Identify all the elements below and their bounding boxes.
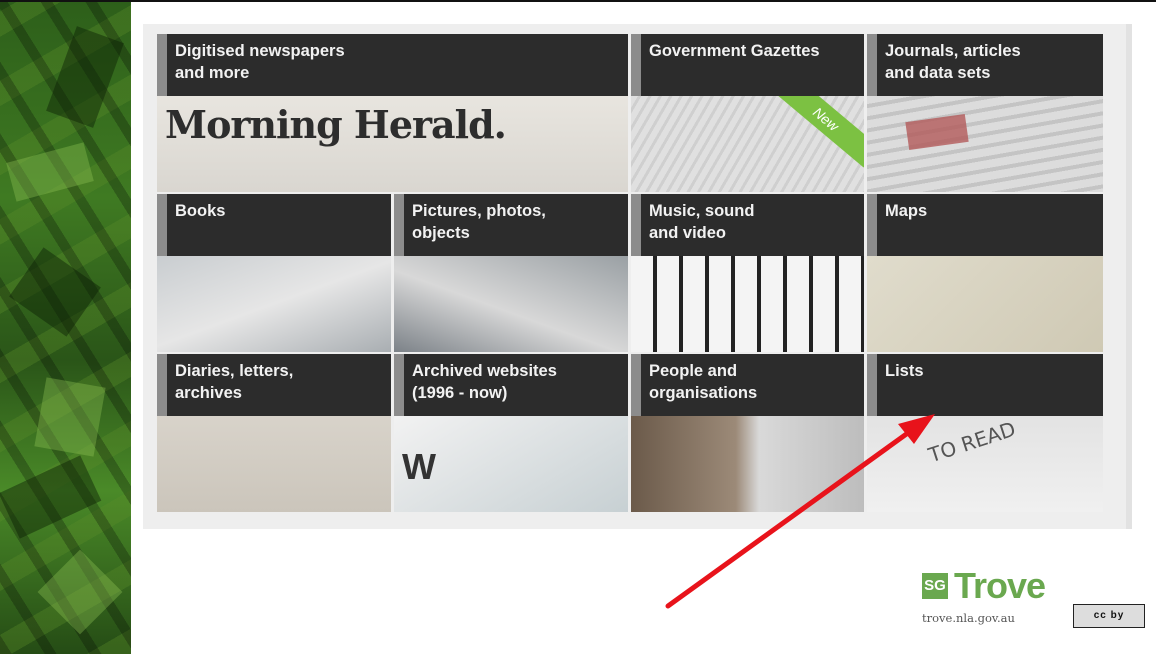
pictures-image — [394, 256, 628, 352]
to-read-text: TO READ — [925, 416, 1019, 468]
tile-header: Digitised newspapers and more — [157, 34, 628, 96]
tile-books[interactable]: Books — [157, 194, 391, 352]
trove-mark-icon: SG — [922, 573, 948, 599]
trove-logo: SG Trove trove.nla.gov.au — [922, 565, 1062, 639]
tile-music[interactable]: Music, sound and video — [631, 194, 864, 352]
maps-image — [867, 256, 1103, 352]
tile-label-line1: Maps — [885, 202, 928, 220]
tile-header: People and organisations — [631, 354, 864, 416]
tile-header: Pictures, photos, objects — [394, 194, 628, 256]
tile-government-gazettes[interactable]: New Government Gazettes — [631, 34, 864, 192]
tile-label-line1: Journals, articles — [885, 42, 1021, 60]
trove-wordmark: Trove — [954, 565, 1046, 606]
websites-image: W — [394, 416, 628, 512]
tile-label-line1: Pictures, photos, — [412, 202, 546, 220]
journals-image — [867, 96, 1103, 192]
tile-header: Lists — [867, 354, 1103, 416]
tile-label-line1: People and — [649, 362, 738, 380]
tile-header: Government Gazettes — [631, 34, 864, 96]
lists-image: TO READ — [867, 416, 1103, 512]
tile-journals[interactable]: Journals, articles and data sets — [867, 34, 1103, 192]
trove-url: trove.nla.gov.au — [922, 611, 1015, 625]
tile-lists[interactable]: TO READ Lists — [867, 354, 1103, 512]
tile-label-line1: Lists — [885, 362, 924, 380]
music-image — [631, 256, 864, 352]
keyboard-key-w: W — [402, 446, 436, 487]
category-grid: Morning Herald. Digitised newspapers and… — [157, 34, 1103, 512]
tile-header: Archived websites (1996 - now) — [394, 354, 628, 416]
newspapers-image: Morning Herald. — [157, 96, 628, 192]
tile-label-line2: and video — [649, 224, 727, 242]
people-image — [631, 416, 864, 512]
tile-label-line1: Archived websites — [412, 362, 557, 380]
diaries-image — [157, 416, 391, 512]
tile-pictures[interactable]: Pictures, photos, objects — [394, 194, 628, 352]
morning-herald-text: Morning Herald. — [165, 102, 507, 147]
creative-commons-badge: cc by — [1073, 604, 1145, 628]
tile-people[interactable]: People and organisations — [631, 354, 864, 512]
tile-newspapers[interactable]: Morning Herald. Digitised newspapers and… — [157, 34, 628, 192]
tile-label-line2: archives — [175, 384, 242, 402]
tile-label-line2: and more — [175, 64, 250, 82]
books-image — [157, 256, 391, 352]
tile-label-line1: Digitised newspapers — [175, 42, 345, 60]
tile-label-line1: Music, sound — [649, 202, 755, 220]
tile-label-line2: objects — [412, 224, 470, 242]
top-border — [0, 0, 1156, 2]
tile-label-line2: organisations — [649, 384, 758, 402]
red-paper-shape — [905, 113, 969, 151]
tile-label-line2: (1996 - now) — [412, 384, 508, 402]
tile-header: Books — [157, 194, 391, 256]
tile-label-line1: Government Gazettes — [649, 42, 820, 60]
tile-header: Music, sound and video — [631, 194, 864, 256]
tile-maps[interactable]: Maps — [867, 194, 1103, 352]
tile-label-line1: Diaries, letters, — [175, 362, 294, 380]
tile-header: Maps — [867, 194, 1103, 256]
decorative-side-image — [0, 2, 131, 654]
tile-label-line2: and data sets — [885, 64, 991, 82]
tile-archived-websites[interactable]: W Archived websites (1996 - now) — [394, 354, 628, 512]
tile-diaries[interactable]: Diaries, letters, archives — [157, 354, 391, 512]
tile-header: Journals, articles and data sets — [867, 34, 1103, 96]
tile-label-line1: Books — [175, 202, 226, 220]
tile-header: Diaries, letters, archives — [157, 354, 391, 416]
